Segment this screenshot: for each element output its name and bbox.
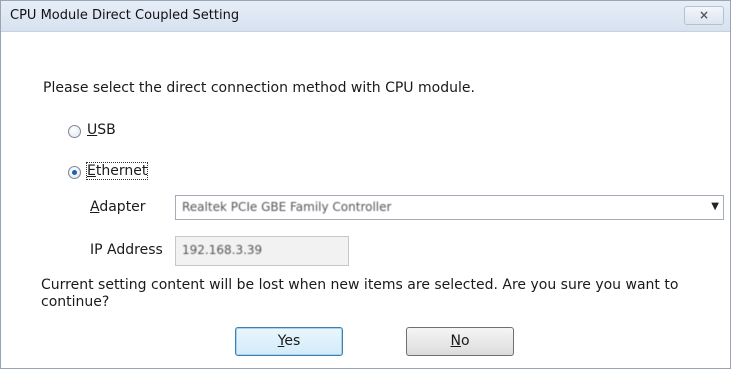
- close-icon: ×: [698, 8, 710, 22]
- yes-button[interactable]: Yes: [235, 327, 343, 356]
- adapter-label: Adapter: [90, 199, 146, 215]
- title-bar[interactable]: CPU Module Direct Coupled Setting ×: [1, 1, 730, 32]
- window-title: CPU Module Direct Coupled Setting: [10, 8, 240, 23]
- usb-radio-label[interactable]: USB: [87, 122, 116, 138]
- chevron-down-icon[interactable]: ▼: [711, 201, 719, 212]
- usb-radio-button[interactable]: [68, 125, 81, 138]
- ethernet-radio-label[interactable]: Ethernet: [85, 162, 149, 180]
- ethernet-radio-button[interactable]: [68, 166, 81, 179]
- adapter-selected-value: Realtek PCIe GBE Family Controller: [182, 200, 392, 214]
- instruction-text: Please select the direct connection meth…: [43, 80, 475, 96]
- close-button[interactable]: ×: [684, 6, 724, 25]
- warning-message: Current setting content will be lost whe…: [41, 277, 679, 310]
- adapter-select[interactable]: Realtek PCIe GBE Family Controller ▼: [175, 195, 724, 220]
- ip-address-value: 192.168.3.39: [182, 243, 263, 257]
- cpu-direct-coupled-dialog: CPU Module Direct Coupled Setting × Plea…: [0, 0, 731, 369]
- no-button[interactable]: No: [406, 327, 514, 356]
- ip-address-label: IP Address: [90, 242, 163, 258]
- ip-address-field: 192.168.3.39: [175, 236, 349, 266]
